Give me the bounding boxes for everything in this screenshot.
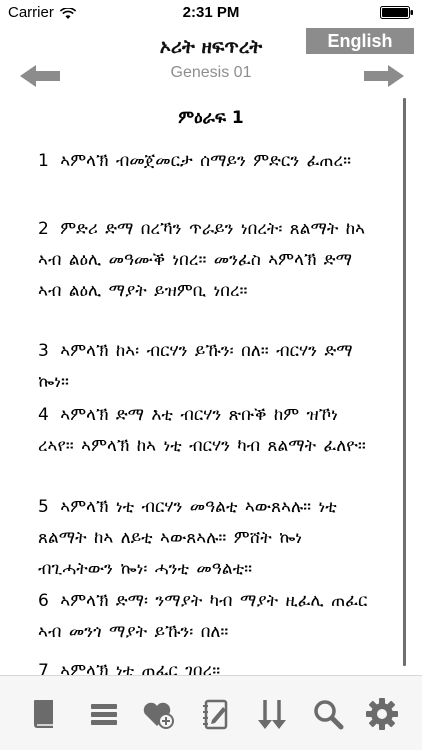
verse-text: ኣምላኽ ነቲ ብርሃን መዓልቲ ኣውጸኣሉ። ነቲ ጸልማት ከኣ ለይቲ … [38, 497, 337, 579]
verse-text: ኣምላኽ ከኣ፡ ብርሃን ይኹን፡ በለ። ብርሃን ድማ ኰነ። [38, 341, 353, 392]
verse-number: 4 [38, 405, 49, 425]
verse[interactable]: 5 ኣምላኽ ነቲ ብርሃን መዓልቲ ኣውጸኣሉ። ነቲ ጸልማት ከኣ ለይ… [38, 492, 378, 585]
verse-text: ምድሪ ድማ በረኻን ጥራይን ነበረት፡ ጸልማት ከኣ ኣብ ልዕሊ መዓ… [38, 219, 366, 301]
scroll-indicator[interactable] [403, 98, 406, 666]
scripture-content[interactable]: ምዕራፍ 1 1 ኣምላኽ ብመጀመርታ ሰማይን ምድርን ፈጠረ። 2 ምድ… [0, 96, 422, 676]
heart-add-icon[interactable] [140, 696, 176, 732]
verse-number: 3 [38, 341, 49, 361]
status-bar: Carrier 2:31 PM [0, 0, 422, 26]
verse-text: ኣምላኽ ብመጀመርታ ሰማይን ምድርን ፈጠረ። [60, 151, 352, 171]
previous-chapter-arrow-icon[interactable] [20, 64, 60, 88]
chapter-heading: ምዕራፍ 1 [178, 108, 244, 128]
verse-text: ኣምላኽ ድማ፡ ንማያት ካብ ማያት ዚፈሊ ጠፈር ኣብ መንጎ ማያት … [38, 591, 368, 642]
verse-number: 2 [38, 219, 49, 239]
book-icon[interactable] [26, 696, 62, 732]
verse[interactable]: 1 ኣምላኽ ብመጀመርታ ሰማይን ምድርን ፈጠረ። [38, 146, 378, 177]
next-chapter-arrow-icon[interactable] [364, 64, 404, 88]
verse-text: ኣምላኽ ነቲ ጠፈር ገበረ። [60, 661, 221, 676]
search-icon[interactable] [310, 696, 346, 732]
menu-list-icon[interactable] [86, 696, 122, 732]
verse-number: 6 [38, 591, 49, 611]
bottom-toolbar [0, 675, 422, 750]
verse[interactable]: 6 ኣምላኽ ድማ፡ ንማያት ካብ ማያት ዚፈሊ ጠፈር ኣብ መንጎ ማያ… [38, 586, 378, 648]
battery-icon [380, 6, 414, 19]
verse[interactable]: 2 ምድሪ ድማ በረኻን ጥራይን ነበረት፡ ጸልማት ከኣ ኣብ ልዕሊ … [38, 214, 378, 307]
status-time: 2:31 PM [182, 4, 240, 21]
header: ኦሪት ዘፍጥረት Genesis 01 English [0, 26, 422, 96]
verse-number: 5 [38, 497, 49, 517]
sort-arrows-icon[interactable] [254, 696, 290, 732]
verse-text: ኣምላኽ ድማ እቲ ብርሃን ጽቡቕ ከም ዝኾነ ረኣየ። ኣምላኽ ከኣ … [38, 405, 366, 456]
notebook-edit-icon[interactable] [198, 696, 234, 732]
verse-number: 1 [38, 151, 49, 171]
verse-number: 7 [38, 661, 49, 676]
verse[interactable]: 7 ኣምላኽ ነቲ ጠፈር ገበረ። [38, 656, 378, 676]
verse[interactable]: 4 ኣምላኽ ድማ እቲ ብርሃን ጽቡቕ ከም ዝኾነ ረኣየ። ኣምላኽ ከ… [38, 400, 378, 462]
chapter-ref: Genesis 01 [170, 64, 252, 81]
gear-icon[interactable] [364, 696, 400, 732]
verse[interactable]: 3 ኣምላኽ ከኣ፡ ብርሃን ይኹን፡ በለ። ብርሃን ድማ ኰነ። [38, 336, 378, 398]
language-toggle-button[interactable]: English [306, 28, 414, 54]
